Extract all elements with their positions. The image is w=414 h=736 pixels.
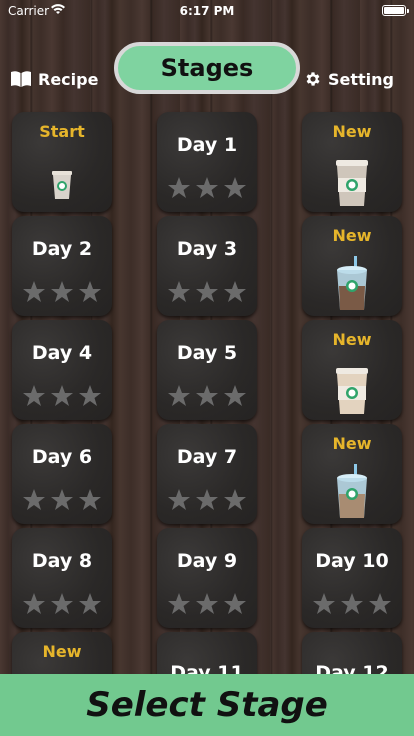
stage-label: Day 4 — [31, 342, 93, 364]
top-bar: Recipe Stages Setting — [0, 40, 414, 100]
battery-icon — [382, 5, 409, 16]
star-icon — [167, 280, 191, 304]
iced-coffee-cup-icon — [337, 256, 367, 310]
star-icon — [167, 384, 191, 408]
new-badge: New — [42, 642, 82, 661]
star-rating — [12, 488, 112, 512]
start-badge: Start — [39, 122, 85, 141]
star-icon — [50, 384, 74, 408]
star-icon — [167, 592, 191, 616]
stage-card[interactable]: Day 2 — [12, 216, 112, 316]
page-title: Stages — [114, 42, 300, 94]
star-rating — [12, 384, 112, 408]
stage-card-new[interactable]: New — [302, 112, 402, 212]
gear-icon — [306, 72, 320, 86]
new-badge: New — [332, 330, 372, 349]
stage-card[interactable]: Day 10 — [302, 528, 402, 628]
stage-card[interactable]: Day 4 — [12, 320, 112, 420]
stage-card-new[interactable]: New — [302, 216, 402, 316]
stage-label: Day 9 — [176, 550, 238, 572]
setting-label: Setting — [328, 69, 394, 89]
iced-coffee-cup-icon — [337, 464, 367, 518]
recipe-button[interactable]: Recipe — [10, 66, 98, 92]
star-icon — [195, 280, 219, 304]
recipe-label: Recipe — [38, 69, 99, 89]
stage-label: Day 5 — [176, 342, 238, 364]
stage-card[interactable]: Day 6 — [12, 424, 112, 524]
star-icon — [340, 592, 364, 616]
star-icon — [195, 488, 219, 512]
star-rating — [157, 280, 257, 304]
star-icon — [195, 592, 219, 616]
new-badge: New — [332, 226, 372, 245]
stage-card[interactable]: Day 11 — [157, 632, 257, 674]
hot-coffee-cup-icon — [336, 160, 368, 206]
select-stage-banner: Select Stage — [0, 674, 414, 736]
clock: 6:17 PM — [179, 4, 235, 18]
stage-label: Day 8 — [31, 550, 93, 572]
star-icon — [78, 280, 102, 304]
stage-label: Day 7 — [176, 446, 238, 468]
star-icon — [167, 488, 191, 512]
stage-label: Day 2 — [31, 238, 93, 260]
star-icon — [223, 592, 247, 616]
new-badge: New — [332, 122, 372, 141]
setting-button[interactable]: Setting — [304, 66, 394, 92]
star-icon — [78, 384, 102, 408]
star-icon — [50, 592, 74, 616]
star-icon — [368, 592, 392, 616]
stage-card[interactable]: Day 1 — [157, 112, 257, 212]
star-icon — [223, 176, 247, 200]
star-rating — [302, 592, 402, 616]
stage-card[interactable]: Day 5 — [157, 320, 257, 420]
star-rating — [12, 280, 112, 304]
star-rating — [157, 592, 257, 616]
new-badge: New — [332, 434, 372, 453]
star-rating — [157, 384, 257, 408]
stage-card-start[interactable]: Start — [12, 112, 112, 212]
stage-label: Day 3 — [176, 238, 238, 260]
star-icon — [78, 592, 102, 616]
stage-label: Day 6 — [31, 446, 93, 468]
stage-card[interactable]: Day 8 — [12, 528, 112, 628]
book-icon — [11, 71, 31, 87]
star-icon — [22, 592, 46, 616]
coffee-cup-icon — [52, 171, 72, 199]
stage-label: Day 10 — [315, 550, 389, 572]
stage-card[interactable]: Day 12 — [302, 632, 402, 674]
stage-grid: Start Day 2 Day 4 Day 6 Day 8 New Day 1 … — [0, 110, 414, 674]
star-icon — [50, 488, 74, 512]
star-icon — [195, 384, 219, 408]
stage-label: Day 12 — [315, 662, 389, 674]
stage-card[interactable]: Day 7 — [157, 424, 257, 524]
star-rating — [12, 592, 112, 616]
star-icon — [22, 488, 46, 512]
stage-card-new[interactable]: New — [302, 424, 402, 524]
star-rating — [157, 488, 257, 512]
stage-card-new[interactable]: New — [302, 320, 402, 420]
star-icon — [78, 488, 102, 512]
stage-card[interactable]: Day 9 — [157, 528, 257, 628]
star-icon — [312, 592, 336, 616]
status-bar: Carrier 6:17 PM — [0, 0, 414, 22]
star-icon — [22, 280, 46, 304]
star-icon — [223, 384, 247, 408]
stage-card[interactable]: Day 3 — [157, 216, 257, 316]
star-icon — [167, 176, 191, 200]
star-rating — [157, 176, 257, 200]
star-icon — [223, 488, 247, 512]
star-icon — [223, 280, 247, 304]
star-icon — [195, 176, 219, 200]
star-icon — [50, 280, 74, 304]
stage-card-new[interactable]: New — [12, 632, 112, 674]
hot-coffee-cup-icon — [336, 368, 368, 414]
stage-label: Day 1 — [176, 134, 238, 156]
star-icon — [22, 384, 46, 408]
stage-label: Day 11 — [170, 662, 244, 674]
